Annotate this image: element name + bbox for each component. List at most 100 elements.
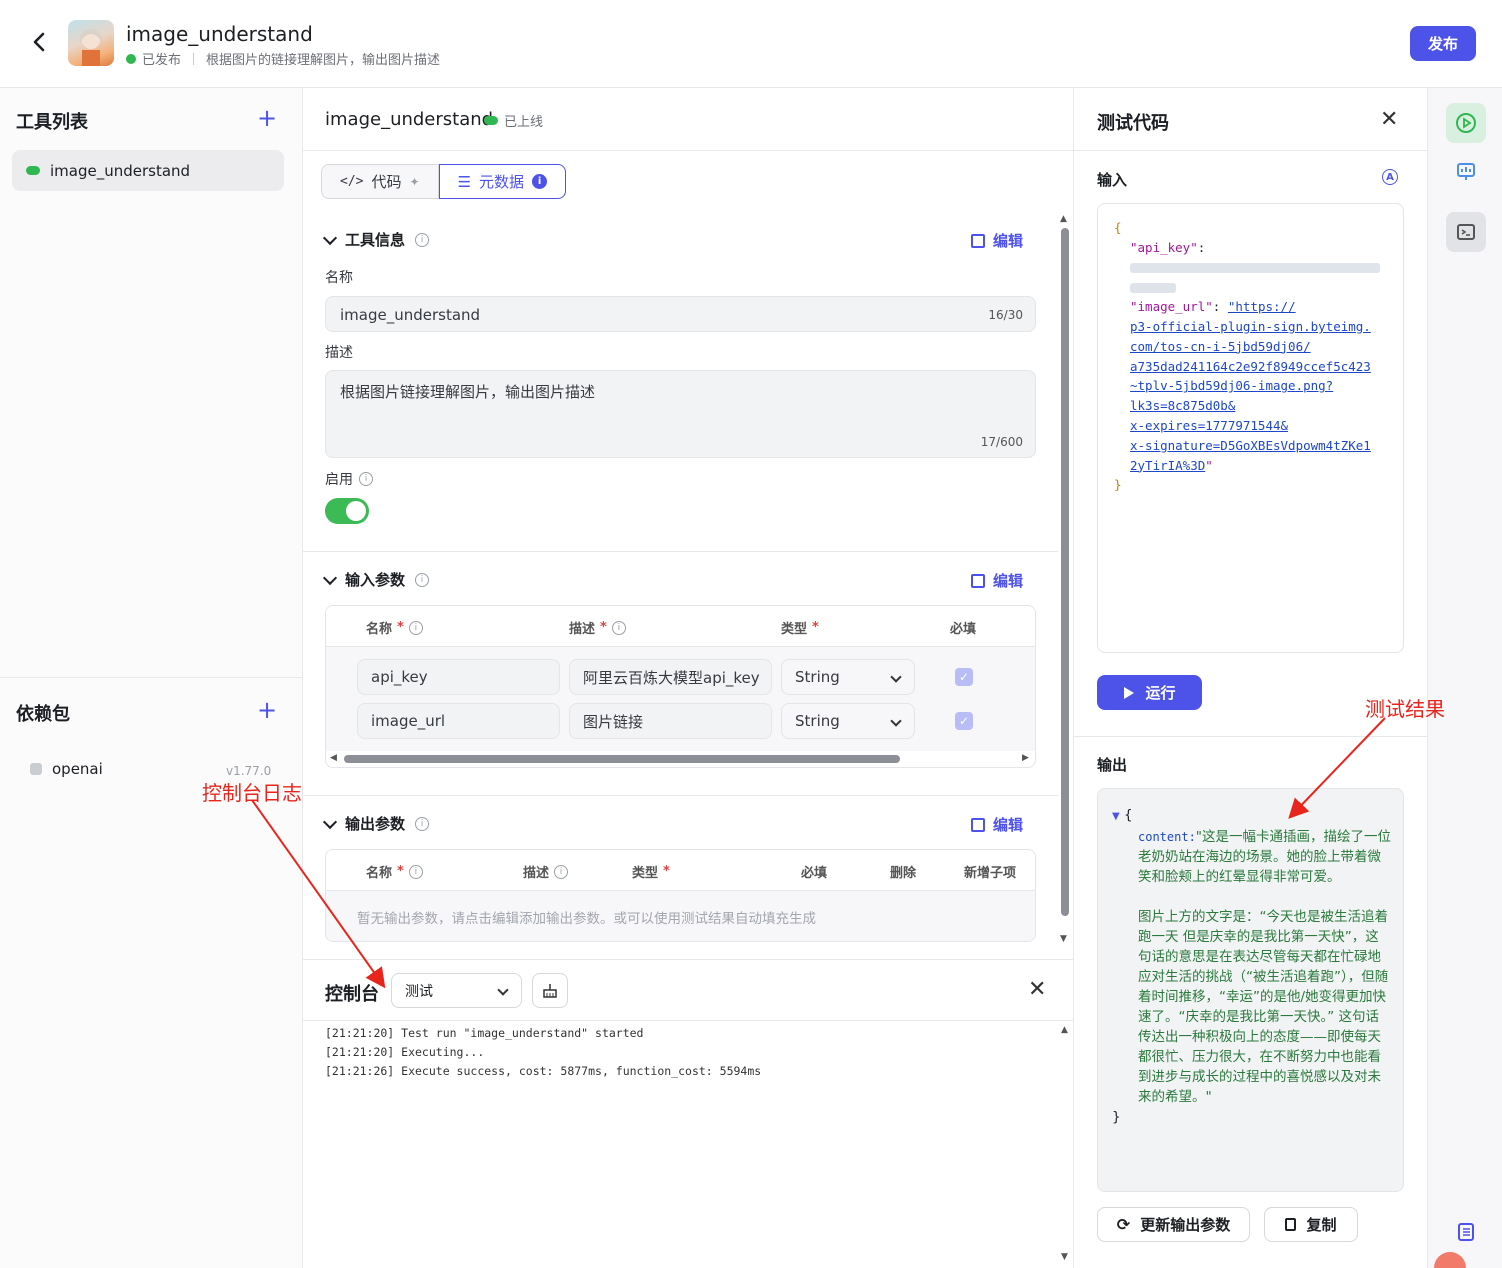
required-mark: * [397, 620, 404, 635]
output-params-heading: 输出参数 [345, 815, 406, 833]
refresh-icon: ⟳ [1116, 1215, 1131, 1234]
scroll-up-icon[interactable]: ▲ [1061, 1025, 1068, 1035]
toggle-knob [346, 501, 366, 521]
tool-desc-field[interactable]: 根据图片链接理解图片，输出图片描述 17/600 [325, 370, 1036, 458]
play-icon [1124, 686, 1135, 699]
auto-fill-icon[interactable]: A [1382, 169, 1398, 185]
chevron-down-icon [497, 984, 509, 996]
annotation-console-log: 控制台日志 [202, 781, 302, 805]
test-input-editor[interactable]: { "api_key": "image_url": "https:// p3-o… [1097, 203, 1404, 653]
edit-label: 编辑 [993, 232, 1024, 250]
run-label: 运行 [1145, 684, 1176, 702]
column-header-name: 名称 * i [366, 862, 423, 881]
publish-button[interactable]: 发布 [1410, 26, 1476, 61]
column-header-required: 必填 [950, 618, 976, 637]
tool-info-edit-button[interactable]: 编辑 [971, 230, 1023, 251]
param-desc-field[interactable]: 阿里云百炼大模型api_key [569, 659, 772, 695]
json-quote: " [1205, 457, 1213, 473]
sidebar-item-label: image_understand [50, 161, 191, 180]
package-icon [30, 763, 42, 775]
edit-icon [971, 573, 985, 588]
param-name-field[interactable]: image_url [357, 703, 560, 739]
collapse-triangle-icon[interactable]: ▼ [1112, 811, 1120, 822]
input-params-header[interactable]: 输入参数 i [322, 569, 430, 590]
tool-title: image_understand [325, 109, 494, 130]
column-label: 类型 [632, 866, 659, 881]
output-params-edit-button[interactable]: 编辑 [971, 814, 1023, 835]
desc-char-count: 17/600 [980, 435, 1023, 449]
annotation-test-result: 测试结果 [1365, 697, 1445, 721]
back-arrow-icon[interactable] [28, 30, 52, 54]
vertical-scrollbar[interactable] [1061, 228, 1069, 916]
rail-monitor-button[interactable] [1446, 152, 1486, 192]
horizontal-scrollbar[interactable] [344, 755, 900, 763]
sliders-icon: ☰ [457, 172, 472, 191]
info-icon: i [532, 174, 548, 189]
monitor-icon [1457, 163, 1475, 180]
clear-console-button[interactable] [532, 973, 568, 1008]
console-log-line: [21:21:20] Test run "image_understand" s… [325, 1026, 644, 1040]
close-console-icon[interactable]: ✕ [1028, 977, 1046, 1002]
output-params-table [325, 849, 1036, 942]
document-icon [1458, 1223, 1474, 1241]
add-dependency-plus-icon[interactable]: + [257, 698, 277, 722]
json-url-part: a735dad241164c2e92f8949ccef5c423 [1130, 358, 1371, 374]
run-button[interactable]: 运行 [1097, 675, 1202, 710]
app-title: image_understand [126, 22, 313, 46]
scroll-down-icon[interactable]: ▼ [1060, 934, 1067, 944]
column-header-delete: 删除 [890, 862, 916, 881]
tab-code[interactable]: </> 代码 ✦ [321, 164, 439, 199]
test-output-viewer: ▼ { content:"这是一幅卡通插画，描绘了一位老奶奶站在海边的场景。她的… [1097, 788, 1404, 1192]
required-checkbox[interactable]: ✓ [955, 712, 973, 730]
scroll-left-icon[interactable]: ◀ [330, 753, 337, 763]
tool-name-field[interactable]: image_understand 16/30 [325, 296, 1036, 332]
enable-toggle[interactable] [325, 498, 369, 524]
sidebar-item-image-understand[interactable]: image_understand [12, 150, 284, 191]
rail-docs-button[interactable] [1446, 1212, 1486, 1252]
divider [303, 551, 1058, 552]
terminal-icon [1457, 224, 1475, 240]
cloud-online-icon [26, 166, 40, 175]
rail-test-run-button[interactable] [1446, 103, 1486, 143]
divider [1073, 736, 1427, 737]
enable-label: 启用 [325, 472, 353, 488]
code-icon: </> [340, 174, 364, 189]
input-label: 输入 [1097, 171, 1128, 189]
input-params-edit-button[interactable]: 编辑 [971, 570, 1023, 591]
rail-console-button[interactable] [1446, 212, 1486, 252]
scroll-down-icon[interactable]: ▼ [1061, 1252, 1068, 1262]
assistant-bubble-icon[interactable] [1434, 1252, 1466, 1268]
console-mode-select[interactable]: 测试 [391, 973, 522, 1008]
param-type-select[interactable]: String [781, 659, 915, 695]
scroll-right-icon[interactable]: ▶ [1022, 753, 1029, 763]
column-label: 删除 [890, 866, 917, 881]
deps-heading: 依赖包 [16, 704, 70, 725]
dependency-name: openai [52, 760, 103, 778]
json-url-part: 2yTirIA%3D [1130, 457, 1206, 473]
param-desc-field[interactable]: 图片链接 [569, 703, 772, 739]
required-checkbox[interactable]: ✓ [955, 668, 973, 686]
output-params-header[interactable]: 输出参数 i [322, 813, 430, 834]
chevron-down-icon [890, 715, 902, 727]
tab-metadata[interactable]: ☰ 元数据 i [438, 164, 567, 199]
info-icon: i [554, 864, 569, 879]
scroll-up-icon[interactable]: ▲ [1060, 214, 1067, 224]
close-test-panel-icon[interactable]: ✕ [1380, 107, 1398, 132]
info-icon: i [408, 620, 423, 635]
chevron-down-icon [322, 230, 338, 245]
param-type-select[interactable]: String [781, 703, 915, 739]
dependency-item-openai[interactable]: openai [30, 760, 103, 778]
copy-button[interactable]: 复制 [1264, 1207, 1358, 1242]
tool-info-header[interactable]: 工具信息 i [322, 229, 430, 250]
add-tool-plus-icon[interactable]: + [257, 106, 277, 130]
required-mark: * [663, 864, 670, 879]
tool-desc-value: 根据图片链接理解图片，输出图片描述 [340, 383, 596, 401]
update-output-label: 更新输出参数 [1140, 1216, 1231, 1234]
param-name-field[interactable]: api_key [357, 659, 560, 695]
app-avatar [68, 20, 114, 66]
sparkle-icon: ✦ [409, 174, 420, 189]
tool-status: 已上线 [484, 111, 543, 130]
column-label: 必填 [801, 866, 828, 881]
update-output-params-button[interactable]: ⟳ 更新输出参数 [1097, 1207, 1250, 1242]
copy-icon [1285, 1218, 1297, 1231]
